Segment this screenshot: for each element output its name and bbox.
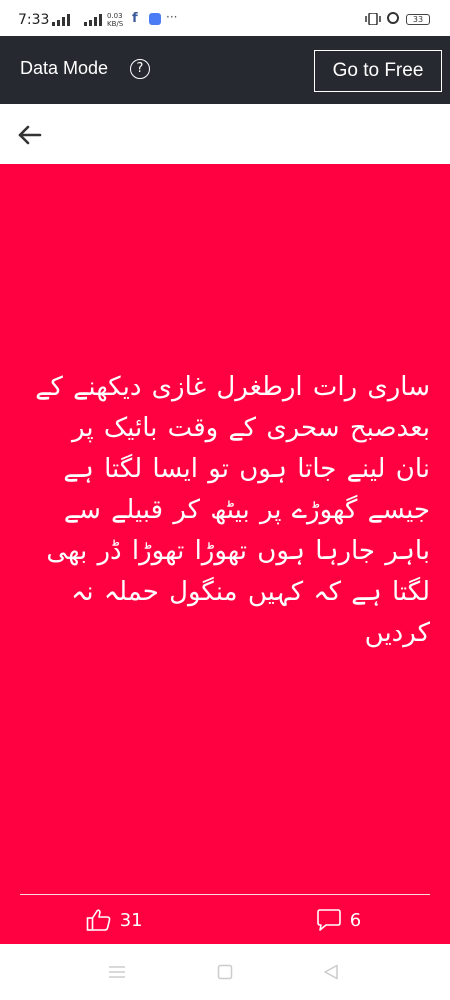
page-header <box>0 104 450 164</box>
alarm-icon <box>387 12 399 24</box>
like-button[interactable]: 31 <box>86 908 143 932</box>
messenger-icon <box>149 13 161 25</box>
back-arrow-icon[interactable] <box>17 124 43 146</box>
menu-icon[interactable] <box>108 964 126 980</box>
go-to-free-button[interactable]: Go to Free <box>314 50 442 92</box>
post-card: ساری رات ارطغرل غازی دیکھنے کے بعدصبح سح… <box>0 164 450 944</box>
comment-count: 6 <box>349 909 362 931</box>
post-text: ساری رات ارطغرل غازی دیکھنے کے بعدصبح سح… <box>35 372 430 648</box>
post-divider <box>20 894 430 895</box>
comment-icon <box>317 909 341 931</box>
signal-icon <box>52 14 70 26</box>
system-nav-bar <box>0 944 450 1000</box>
vibrate-icon <box>365 13 381 25</box>
net-speed-unit: KB/S <box>107 20 124 28</box>
back-nav-icon[interactable] <box>323 964 339 980</box>
status-time: 7:33 <box>18 12 50 28</box>
comment-button[interactable]: 6 <box>316 908 361 932</box>
thumbs-up-icon <box>86 909 111 931</box>
battery-icon: 33 <box>406 14 430 25</box>
data-mode-bar: Data Mode ? Go to Free <box>0 36 450 104</box>
overflow-notifications: ··· <box>166 10 178 24</box>
net-speed-value: 0.03 <box>107 12 123 20</box>
data-mode-title: Data Mode <box>20 58 109 78</box>
net-speed: 0.03 KB/S <box>107 12 123 28</box>
status-bar: 7:33 0.03 KB/S f ··· 33 <box>0 0 450 36</box>
facebook-icon: f <box>132 11 138 26</box>
help-icon[interactable]: ? <box>130 59 150 79</box>
signal-icon <box>84 14 102 26</box>
like-count: 31 <box>119 909 143 931</box>
home-icon[interactable] <box>217 964 233 980</box>
